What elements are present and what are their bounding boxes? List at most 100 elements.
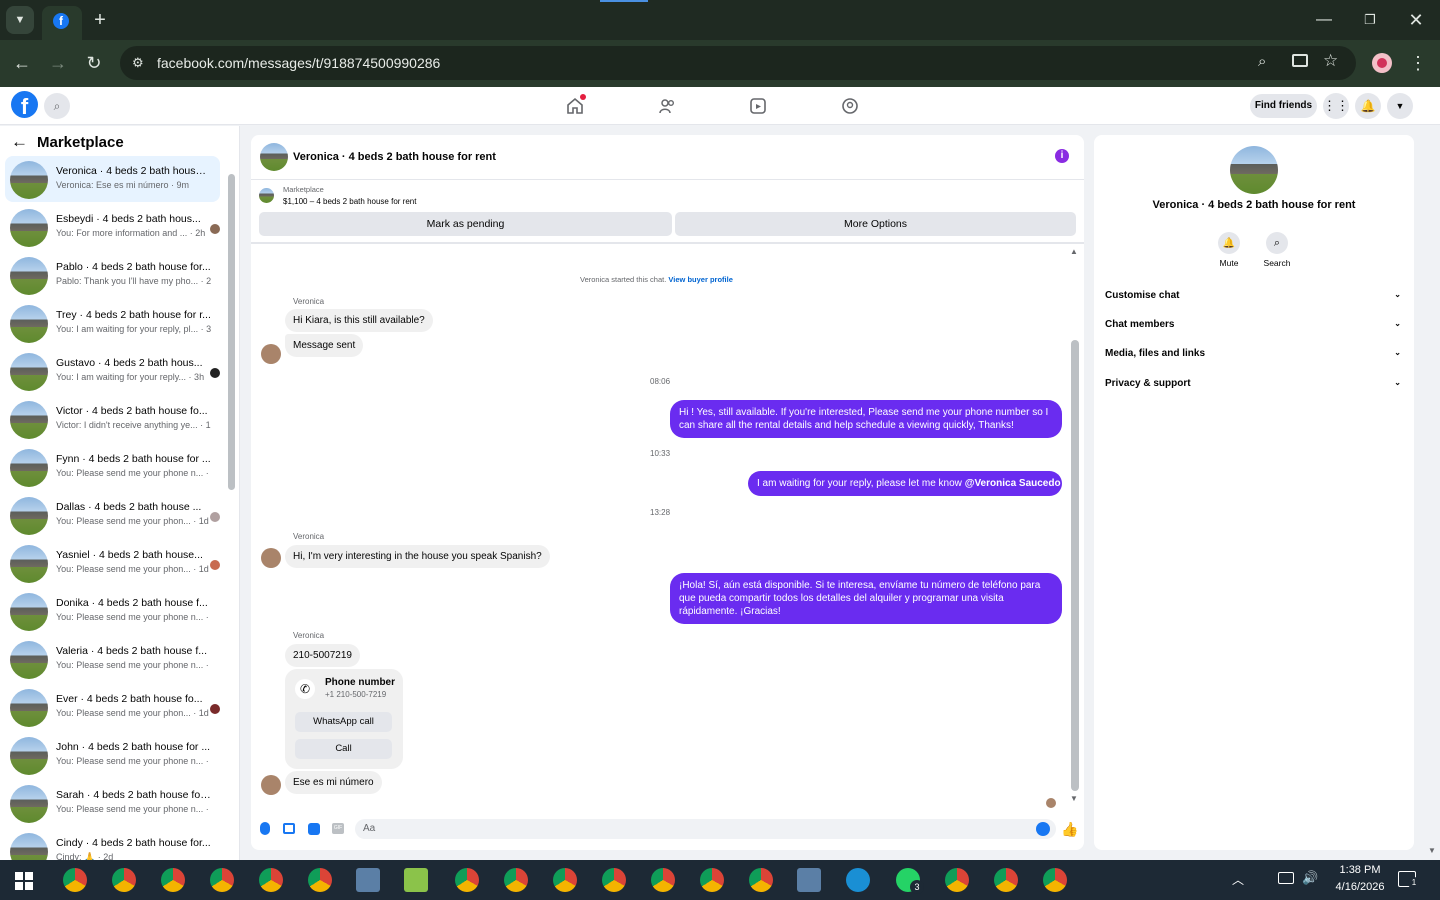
chrome-icon[interactable] xyxy=(651,868,675,892)
conversation-item[interactable]: Pablo · 4 beds 2 bath house for... Pablo:… xyxy=(5,252,220,298)
sender-avatar[interactable] xyxy=(261,548,281,568)
conversation-item[interactable]: Gustavo · 4 beds 2 bath hous... You: I am… xyxy=(5,348,220,394)
chrome-icon[interactable] xyxy=(602,868,626,892)
close-window-button[interactable]: ✕ xyxy=(1400,4,1432,36)
chrome-icon[interactable] xyxy=(504,868,528,892)
tab-list-button[interactable]: ▼ xyxy=(6,6,34,34)
listing-thumb[interactable] xyxy=(259,188,274,203)
notepad-icon[interactable] xyxy=(404,868,428,892)
chrome-icon[interactable] xyxy=(308,868,332,892)
view-buyer-profile-link[interactable]: View buyer profile xyxy=(668,275,732,284)
whatsapp-call-button[interactable]: WhatsApp call xyxy=(295,712,392,732)
facebook-logo[interactable]: f xyxy=(11,91,38,118)
chrome-icon[interactable] xyxy=(455,868,479,892)
chrome-icon[interactable] xyxy=(700,868,724,892)
url-field[interactable]: ⚙ facebook.com/messages/t/91887450099028… xyxy=(120,46,1356,80)
apps-grid-icon[interactable]: ⋮⋮ xyxy=(1323,93,1349,119)
chrome-icon[interactable] xyxy=(259,868,283,892)
incoming-message[interactable]: Hi Kiara, is this still available? xyxy=(285,309,433,332)
outgoing-message[interactable]: ¡Hola! Sí, aún está disponible. Si te in… xyxy=(670,573,1062,624)
chrome-icon[interactable] xyxy=(63,868,87,892)
home-nav-icon[interactable] xyxy=(566,94,586,115)
restore-button[interactable]: ❐ xyxy=(1354,4,1386,36)
active-tab[interactable]: f xyxy=(42,6,82,40)
chrome-icon[interactable] xyxy=(749,868,773,892)
microphone-icon[interactable] xyxy=(260,822,270,835)
conversation-item[interactable]: Donika · 4 beds 2 bath house f... You: Pl… xyxy=(5,588,220,634)
back-button[interactable]: ← xyxy=(6,47,38,79)
scroll-up-icon[interactable]: ▲ xyxy=(1070,247,1078,256)
conversation-item[interactable]: Cindy · 4 beds 2 bath house for... Cindy:… xyxy=(5,828,220,860)
clock-time[interactable]: 1:38 PM xyxy=(1330,864,1390,876)
chrome-icon[interactable] xyxy=(994,868,1018,892)
message-input[interactable]: Aa xyxy=(355,819,1056,839)
listing-price[interactable]: $1,100 – 4 beds 2 bath house for rent xyxy=(283,197,416,206)
find-friends-button[interactable]: Find friends xyxy=(1250,94,1317,118)
whatsapp-icon[interactable]: 3 xyxy=(896,868,924,894)
scroll-down-icon[interactable]: ▼ xyxy=(1070,794,1078,803)
page-scroll-down-icon[interactable]: ▼ xyxy=(1428,846,1436,855)
new-tab-button[interactable]: + xyxy=(84,4,116,36)
chrome-icon[interactable] xyxy=(1043,868,1067,892)
conversation-item[interactable]: Victor · 4 beds 2 bath house fo... Victor… xyxy=(5,396,220,442)
incoming-message[interactable]: Ese es mi número xyxy=(285,771,382,794)
photo-icon[interactable] xyxy=(283,823,295,834)
chrome-icon[interactable] xyxy=(200,860,244,900)
chat-scrollbar[interactable] xyxy=(1071,340,1079,791)
mention-link[interactable]: @Veronica Saucedo xyxy=(965,478,1061,489)
groups-nav-icon[interactable] xyxy=(841,97,859,115)
mute-bell-icon[interactable]: 🔔 xyxy=(1218,232,1240,254)
media-files-links-row[interactable]: Media, files and links ⌄ xyxy=(1105,348,1401,359)
chrome-icon[interactable] xyxy=(161,868,185,892)
tray-network-icon[interactable] xyxy=(1278,872,1294,884)
gif-icon[interactable]: GIF xyxy=(332,823,344,834)
outgoing-message[interactable]: I am waiting for your reply, please let … xyxy=(748,471,1062,496)
keyboard-icon[interactable] xyxy=(797,868,821,892)
chat-avatar[interactable] xyxy=(260,143,288,171)
notification-center-icon[interactable]: 1 xyxy=(1398,871,1420,889)
privacy-support-row[interactable]: Privacy & support ⌄ xyxy=(1105,378,1401,389)
sticker-icon[interactable] xyxy=(308,823,320,835)
profile-avatar-icon[interactable] xyxy=(1372,53,1392,73)
search-icon[interactable]: ⌕ xyxy=(44,93,70,119)
tray-up-arrow-icon[interactable]: ︿ xyxy=(1232,871,1244,888)
sender-avatar[interactable] xyxy=(261,775,281,795)
tray-volume-icon[interactable]: 🔊 xyxy=(1302,870,1318,886)
reload-button[interactable]: ↻ xyxy=(78,47,110,79)
mark-as-pending-button[interactable]: Mark as pending xyxy=(259,212,672,236)
notifications-bell-icon[interactable]: 🔔 xyxy=(1355,93,1381,119)
chrome-icon[interactable] xyxy=(945,868,969,892)
sidebar-scrollbar[interactable] xyxy=(228,174,235,490)
chrome-icon[interactable] xyxy=(553,868,577,892)
clock-date[interactable]: 4/16/2026 xyxy=(1326,881,1394,893)
friends-nav-icon[interactable] xyxy=(658,97,676,115)
conversation-item[interactable]: Ever · 4 beds 2 bath house fo... You: Ple… xyxy=(5,684,220,730)
video-nav-icon[interactable] xyxy=(749,97,767,115)
outgoing-message[interactable]: Hi ! Yes, still available. If you're int… xyxy=(670,400,1062,438)
more-options-button[interactable]: More Options xyxy=(675,212,1076,236)
incoming-message[interactable]: Message sent xyxy=(285,334,364,357)
incoming-message[interactable]: 210-5007219 xyxy=(285,644,360,667)
conversation-item[interactable]: Trey · 4 beds 2 bath house for r... You: … xyxy=(5,300,220,346)
site-info-icon[interactable]: ⚙ xyxy=(132,55,144,71)
chrome-icon[interactable] xyxy=(112,868,136,892)
conversation-item[interactable]: Fynn · 4 beds 2 bath house for ... You: P… xyxy=(5,444,220,490)
conversation-item[interactable]: Valeria · 4 beds 2 bath house f... You: P… xyxy=(5,636,220,682)
emoji-icon[interactable] xyxy=(1036,822,1050,836)
conversation-item[interactable]: Dallas · 4 beds 2 bath house ... You: Ple… xyxy=(5,492,220,538)
edge-icon[interactable] xyxy=(846,868,870,892)
minimize-button[interactable]: — xyxy=(1308,4,1340,36)
back-arrow-icon[interactable]: ← xyxy=(11,132,28,152)
forward-button[interactable]: → xyxy=(42,47,74,79)
conversation-item[interactable]: Veronica · 4 beds 2 bath house ... Veroni… xyxy=(5,156,220,202)
conversation-item[interactable]: Yasniel · 4 beds 2 bath house... You: Ple… xyxy=(5,540,220,586)
install-app-icon[interactable] xyxy=(1292,54,1308,67)
sender-avatar[interactable] xyxy=(261,344,281,364)
info-avatar[interactable] xyxy=(1230,146,1278,194)
account-menu-icon[interactable]: ▼ xyxy=(1387,93,1413,119)
chat-members-row[interactable]: Chat members ⌄ xyxy=(1105,319,1401,330)
like-thumb-icon[interactable]: 👍 xyxy=(1061,821,1078,838)
bookmark-star-icon[interactable]: ☆ xyxy=(1323,51,1338,71)
incoming-message[interactable]: Hi, I'm very interesting in the house yo… xyxy=(285,545,550,568)
zoom-icon[interactable]: ⌕ xyxy=(1258,53,1266,70)
